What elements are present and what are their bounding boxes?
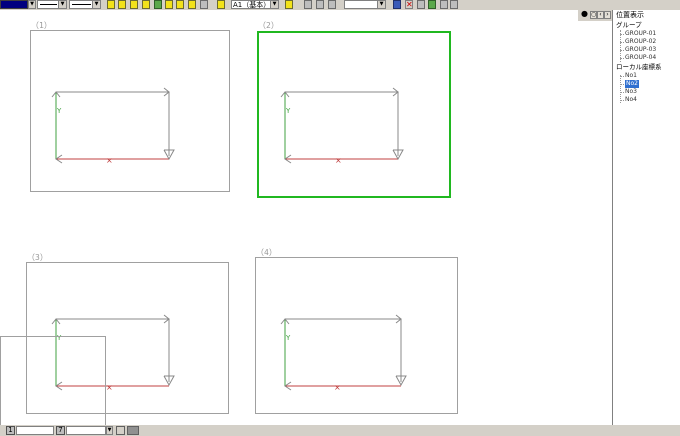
rect-outline-1 — [56, 91, 170, 156]
tree-item-group-4[interactable]: GROUP-04 — [625, 54, 656, 62]
status-field-1[interactable] — [16, 426, 54, 435]
coord-system-4: × Y — [280, 314, 407, 392]
tree-root-coords[interactable]: ローカル座標系 — [616, 63, 662, 71]
line-sample — [40, 4, 57, 5]
coord-system-1: × Y — [51, 87, 175, 165]
tool-button-3[interactable] — [130, 0, 138, 9]
tool-button-1[interactable] — [107, 0, 115, 9]
tree-item-group-1[interactable]: GROUP-01 — [625, 30, 656, 38]
tree-item-coord-4[interactable]: No4 — [625, 96, 637, 104]
chevron-down-icon: ▼ — [58, 1, 66, 8]
tool-button-11[interactable] — [285, 0, 293, 9]
chevron-down-icon: ▼ — [29, 1, 35, 8]
rect-outline-2 — [285, 91, 399, 156]
tree-connector — [620, 50, 624, 51]
tree-connector — [620, 76, 624, 77]
tree-connector — [620, 92, 624, 93]
status-box-1[interactable]: 1 — [6, 426, 15, 435]
overview-panel[interactable] — [0, 336, 106, 426]
line-sample — [72, 4, 91, 5]
tree-item-group-3[interactable]: GROUP-03 — [625, 46, 656, 54]
fill-icon[interactable] — [127, 426, 139, 435]
chevron-down-icon: ▼ — [270, 1, 278, 8]
tool-button-12[interactable] — [304, 0, 312, 9]
tree-item-group-2[interactable]: GROUP-02 — [625, 38, 656, 46]
toolbar: ▼ ▼ ▼ A1（基本） ▼ ▼ ✕ — [0, 0, 680, 10]
line-width-dropdown[interactable]: ▼ — [69, 0, 101, 9]
tree-connector — [620, 58, 624, 59]
circle-icon[interactable]: ○ — [590, 11, 597, 19]
line-style-dropdown[interactable]: ▼ — [37, 0, 67, 9]
tool-button-19[interactable] — [450, 0, 458, 9]
prev-icon[interactable]: ‹ — [597, 11, 604, 19]
tool-button-13[interactable] — [316, 0, 324, 9]
tree-connector — [620, 84, 624, 85]
color-swatch[interactable] — [0, 0, 28, 9]
chevron-down-icon: ▼ — [377, 1, 385, 8]
tool-button-16[interactable] — [417, 0, 425, 9]
x-mark-1: × — [106, 156, 113, 165]
y-axis-label-1: Y — [56, 107, 62, 115]
next-icon[interactable]: › — [604, 11, 611, 19]
tree-header: 位置表示 — [616, 11, 644, 19]
tool-button-6[interactable] — [165, 0, 173, 9]
chevron-down-icon: ▼ — [92, 1, 100, 8]
tool-button-8[interactable] — [188, 0, 196, 9]
y-axis-label-2: Y — [285, 107, 291, 115]
tree-panel: 位置表示 グループ GROUP-01 GROUP-02 GROUP-03 GRO… — [612, 10, 680, 425]
tree-connector — [620, 34, 624, 35]
layer-dropdown[interactable]: ▼ — [344, 0, 386, 9]
tree-connector — [620, 42, 624, 43]
x-mark-3: × — [106, 383, 113, 392]
tree-root-groups[interactable]: グループ — [616, 21, 642, 29]
tool-button-9[interactable] — [200, 0, 208, 9]
navigation-strip: ● ○ ‹ › — [578, 10, 612, 21]
x-mark-2: × — [335, 156, 342, 165]
tool-button-18[interactable] — [440, 0, 448, 9]
coord-system-2: × Y — [280, 87, 404, 165]
y-axis-label-4: Y — [285, 334, 291, 342]
tree-connector — [620, 75, 621, 103]
record-icon[interactable]: ● — [581, 10, 588, 19]
pen-icon[interactable] — [116, 426, 125, 435]
tool-button-2[interactable] — [118, 0, 126, 9]
status-box-2[interactable]: 7 — [56, 426, 65, 435]
tree-item-coord-1[interactable]: No1 — [625, 72, 637, 80]
tool-button-5[interactable] — [154, 0, 162, 9]
close-icon[interactable]: ✕ — [405, 0, 413, 9]
tree-connector — [620, 100, 624, 101]
tool-button-14[interactable] — [328, 0, 336, 9]
tree-item-coord-3[interactable]: No3 — [625, 88, 637, 96]
tool-button-17[interactable] — [428, 0, 436, 9]
scale-value: A1（基本） — [233, 1, 271, 9]
tool-button-10[interactable] — [217, 0, 225, 9]
tool-button-4[interactable] — [142, 0, 150, 9]
rect-outline-4 — [285, 318, 402, 382]
x-mark-4: × — [334, 383, 341, 392]
status-bar: 1 7 ▼ — [0, 425, 680, 436]
tool-button-15[interactable] — [393, 0, 401, 9]
scale-dropdown[interactable]: A1（基本） ▼ — [231, 0, 279, 9]
tree-item-coord-2[interactable]: No2 — [625, 80, 639, 88]
color-dropdown-arrow[interactable]: ▼ — [28, 0, 36, 9]
tool-button-7[interactable] — [176, 0, 184, 9]
chevron-down-icon[interactable]: ▼ — [106, 426, 113, 435]
status-field-2[interactable] — [66, 426, 106, 435]
